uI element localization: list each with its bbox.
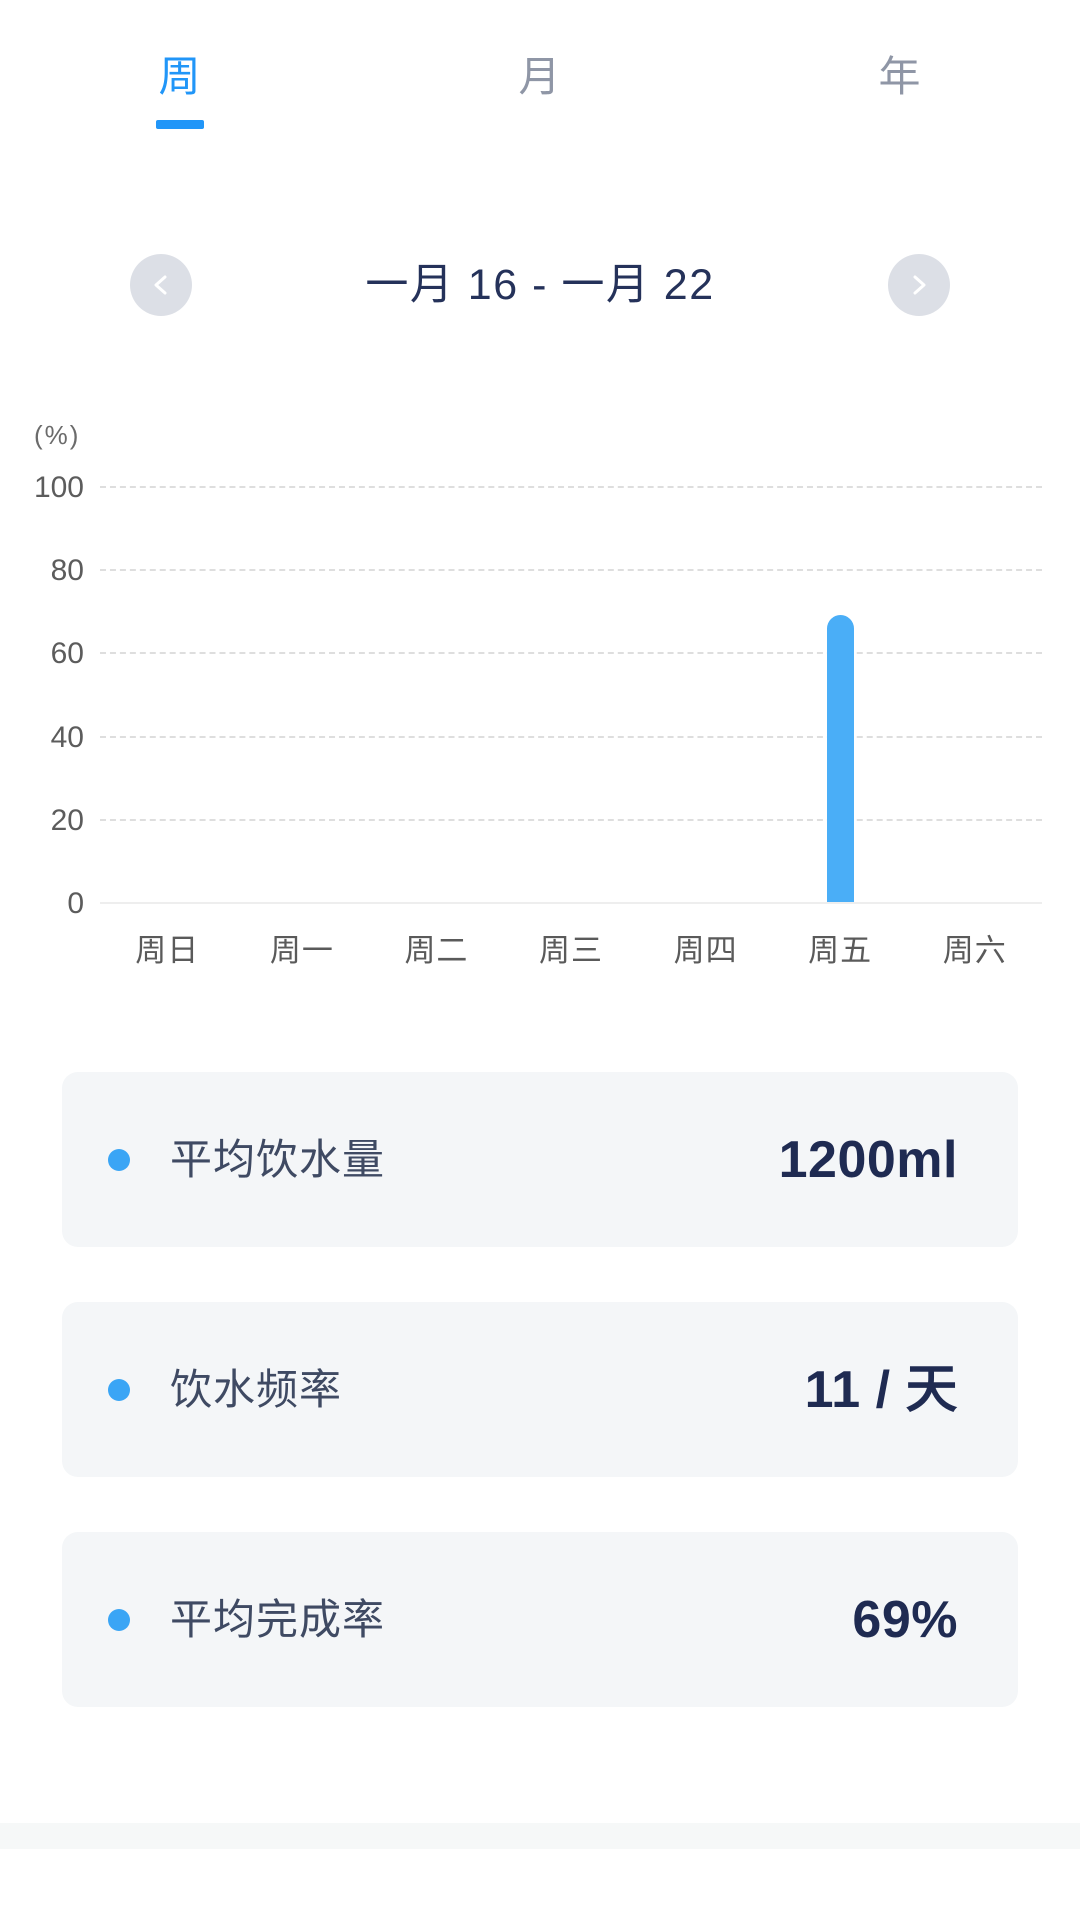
previous-period-button[interactable] xyxy=(130,254,192,316)
stat-value: 69% xyxy=(852,1590,958,1649)
bar-column[interactable] xyxy=(100,486,235,902)
bar-column[interactable] xyxy=(907,486,1042,902)
tab-inactive-indicator xyxy=(516,120,564,129)
stat-value: 11 / 天 xyxy=(804,1360,958,1419)
chart-plot-area: 100 80 60 40 20 0 xyxy=(34,473,1042,919)
bar-series xyxy=(100,486,1042,902)
stat-card-drink-frequency[interactable]: 饮水频率 11 / 天 xyxy=(62,1302,1018,1477)
tab-active-indicator xyxy=(156,120,204,129)
bar-friday xyxy=(826,614,854,902)
bar-column[interactable] xyxy=(235,486,370,902)
x-axis-baseline: 0 xyxy=(67,889,1042,919)
bottom-divider-band xyxy=(0,1823,1080,1849)
x-tick-sunday: 周日 xyxy=(135,933,200,968)
x-tick-friday: 周五 xyxy=(808,933,873,968)
x-tick-thursday: 周四 xyxy=(673,933,738,968)
x-tick-tuesday: 周二 xyxy=(404,933,469,968)
y-tick-80: 80 xyxy=(50,554,84,588)
summary-stat-cards: 平均饮水量 1200ml 饮水频率 11 / 天 平均完成率 69% xyxy=(62,1072,1018,1707)
x-tick-wednesday: 周三 xyxy=(539,933,604,968)
chevron-right-icon xyxy=(913,275,926,295)
date-range-label: 一月 16 - 一月 22 xyxy=(365,261,715,309)
tab-year[interactable]: 年 xyxy=(720,48,1080,153)
stat-card-average-intake[interactable]: 平均饮水量 1200ml xyxy=(62,1072,1018,1247)
y-tick-60: 60 xyxy=(50,637,84,671)
bar-column[interactable] xyxy=(504,486,639,902)
stat-value: 1200ml xyxy=(778,1130,958,1189)
tab-year-label: 年 xyxy=(878,53,922,100)
bullet-dot-icon xyxy=(108,1148,130,1171)
tab-month-label: 月 xyxy=(518,53,562,100)
y-tick-0: 0 xyxy=(67,887,84,920)
x-tick-saturday: 周六 xyxy=(942,933,1007,968)
y-axis-unit-label: (%) xyxy=(34,420,81,450)
y-tick-20: 20 xyxy=(50,803,84,837)
chevron-left-icon xyxy=(154,275,167,295)
statistics-screen: 周 月 年 一月 16 - 一月 22 (%) 100 80 60 40 20 … xyxy=(0,0,1080,1920)
y-tick-40: 40 xyxy=(50,720,84,754)
bar-column[interactable] xyxy=(773,486,908,902)
next-period-button[interactable] xyxy=(887,254,950,316)
tab-week-label: 周 xyxy=(158,53,202,100)
tab-inactive-indicator xyxy=(876,120,924,129)
stat-label: 平均完成率 xyxy=(170,1595,386,1643)
bar-column[interactable] xyxy=(638,486,773,902)
bullet-dot-icon xyxy=(108,1378,130,1401)
stat-label: 饮水频率 xyxy=(170,1365,343,1413)
x-axis-labels: 周日 周一 周二 周三 周四 周五 周六 xyxy=(100,930,1042,972)
stat-card-average-completion[interactable]: 平均完成率 69% xyxy=(62,1532,1018,1707)
x-tick-monday: 周一 xyxy=(269,933,334,968)
stat-label: 平均饮水量 xyxy=(170,1135,386,1183)
period-tabbar: 周 月 年 xyxy=(0,48,1080,153)
completion-rate-bar-chart: (%) 100 80 60 40 20 0 周日 周一 周二 周三 周四 周五 … xyxy=(0,420,1080,980)
bar-column[interactable] xyxy=(369,486,504,902)
tab-month[interactable]: 月 xyxy=(360,48,720,153)
date-navigation: 一月 16 - 一月 22 xyxy=(0,243,1080,327)
y-tick-100: 100 xyxy=(33,471,84,504)
bullet-dot-icon xyxy=(108,1608,130,1631)
tab-week[interactable]: 周 xyxy=(0,48,360,153)
